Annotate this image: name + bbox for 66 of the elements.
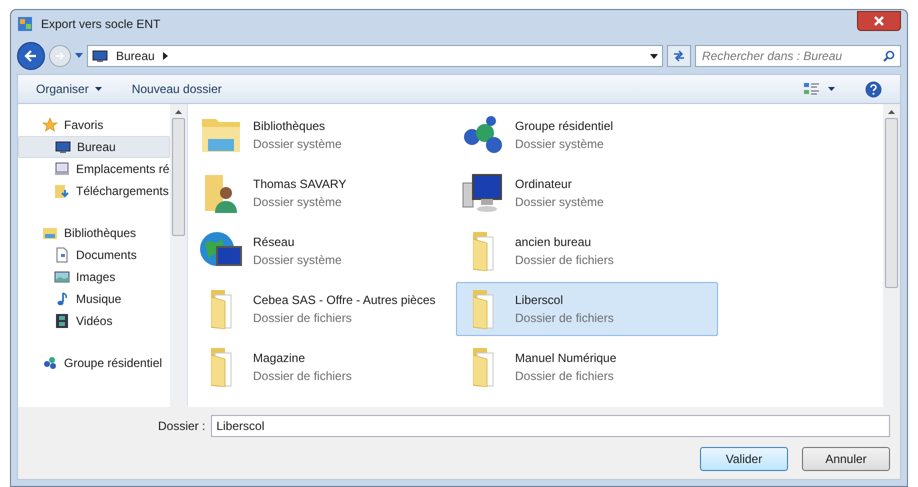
file-item[interactable]: Groupe résidentiel Dossier système (456, 108, 718, 162)
address-location[interactable]: Bureau (116, 47, 155, 65)
sidebar-item[interactable]: Images (18, 266, 170, 288)
back-button[interactable] (17, 42, 45, 70)
folder-icon (472, 348, 494, 387)
folder-name-field[interactable]: Liberscol (211, 415, 890, 437)
sidebar-item[interactable]: Documents (18, 244, 170, 266)
validate-button[interactable]: Valider (700, 447, 788, 471)
scroll-up-arrow-icon[interactable] (888, 110, 895, 114)
folder-icon (472, 232, 494, 271)
computer-icon (54, 161, 70, 177)
view-options-button[interactable] (804, 82, 835, 96)
file-item[interactable]: Réseau Dossier système (194, 224, 456, 278)
sidebar-item[interactable]: Musique (18, 288, 170, 310)
arrow-right-icon (55, 51, 65, 61)
close-icon (873, 15, 885, 27)
caret-icon (94, 87, 102, 91)
file-item[interactable]: Cebea SAS - Offre - Autres pièces Dossier de fichiers (194, 282, 456, 336)
folder-icon (210, 290, 232, 329)
window-title: Export vers socle ENT (41, 16, 160, 33)
star-icon (42, 117, 58, 133)
cancel-button[interactable]: Annuler (802, 447, 890, 471)
close-button[interactable] (857, 11, 901, 31)
computer-icon (461, 171, 505, 215)
help-icon[interactable] (865, 80, 882, 98)
image-icon (54, 269, 70, 285)
folder-icon (472, 290, 494, 329)
app-icon (17, 16, 33, 32)
file-item[interactable]: Manuel Numérique Dossier de fichiers (456, 340, 718, 394)
library-icon (42, 225, 58, 241)
organize-menu[interactable]: Organiser (36, 80, 102, 98)
search-icon (883, 50, 895, 62)
document-icon (54, 247, 70, 263)
monitor-icon (92, 48, 108, 64)
file-item[interactable]: Bibliothèques Dossier système (194, 108, 456, 162)
refresh-button[interactable] (667, 45, 691, 67)
arrow-left-icon (24, 49, 38, 63)
caret-icon[interactable] (650, 54, 658, 58)
sidebar-item[interactable]: Téléchargements (18, 180, 170, 202)
folder-icon (210, 348, 232, 387)
film-icon (54, 313, 70, 329)
sidebar-item[interactable]: Vidéos (18, 310, 170, 332)
homegroup-icon (42, 355, 58, 371)
scrollbar[interactable] (883, 104, 900, 407)
file-item[interactable]: Magazine Dossier de fichiers (194, 340, 456, 394)
file-item[interactable]: Liberscol Dossier de fichiers (456, 282, 718, 336)
address-bar[interactable]: Bureau (87, 45, 663, 67)
download-folder-icon (54, 183, 70, 199)
file-item[interactable]: Thomas SAVARY Dossier système (194, 166, 456, 220)
sidebar-item[interactable]: Groupe résidentiel (18, 352, 170, 374)
folder-field-label: Dossier : (158, 418, 206, 435)
search-field[interactable]: Rechercher dans : Bureau (695, 45, 901, 67)
chevron-right-icon (162, 52, 169, 60)
scroll-up-arrow-icon[interactable] (175, 110, 182, 114)
file-item[interactable]: Ordinateur Dossier système (456, 166, 718, 220)
caret-icon (828, 87, 835, 91)
file-item[interactable]: ancien bureau Dossier de fichiers (456, 224, 718, 278)
sidebar-item[interactable]: Emplacements ré (18, 158, 170, 180)
sidebar-item[interactable]: Bibliothèques (18, 222, 170, 244)
new-folder-button[interactable]: Nouveau dossier (132, 80, 222, 98)
refresh-icon (672, 50, 686, 62)
sidebar-item[interactable]: Bureau (18, 136, 170, 158)
sidebar-item[interactable]: Favoris (18, 114, 170, 136)
monitor-icon (55, 139, 71, 155)
list-view-icon (804, 82, 820, 96)
scrollbar[interactable] (170, 104, 187, 407)
